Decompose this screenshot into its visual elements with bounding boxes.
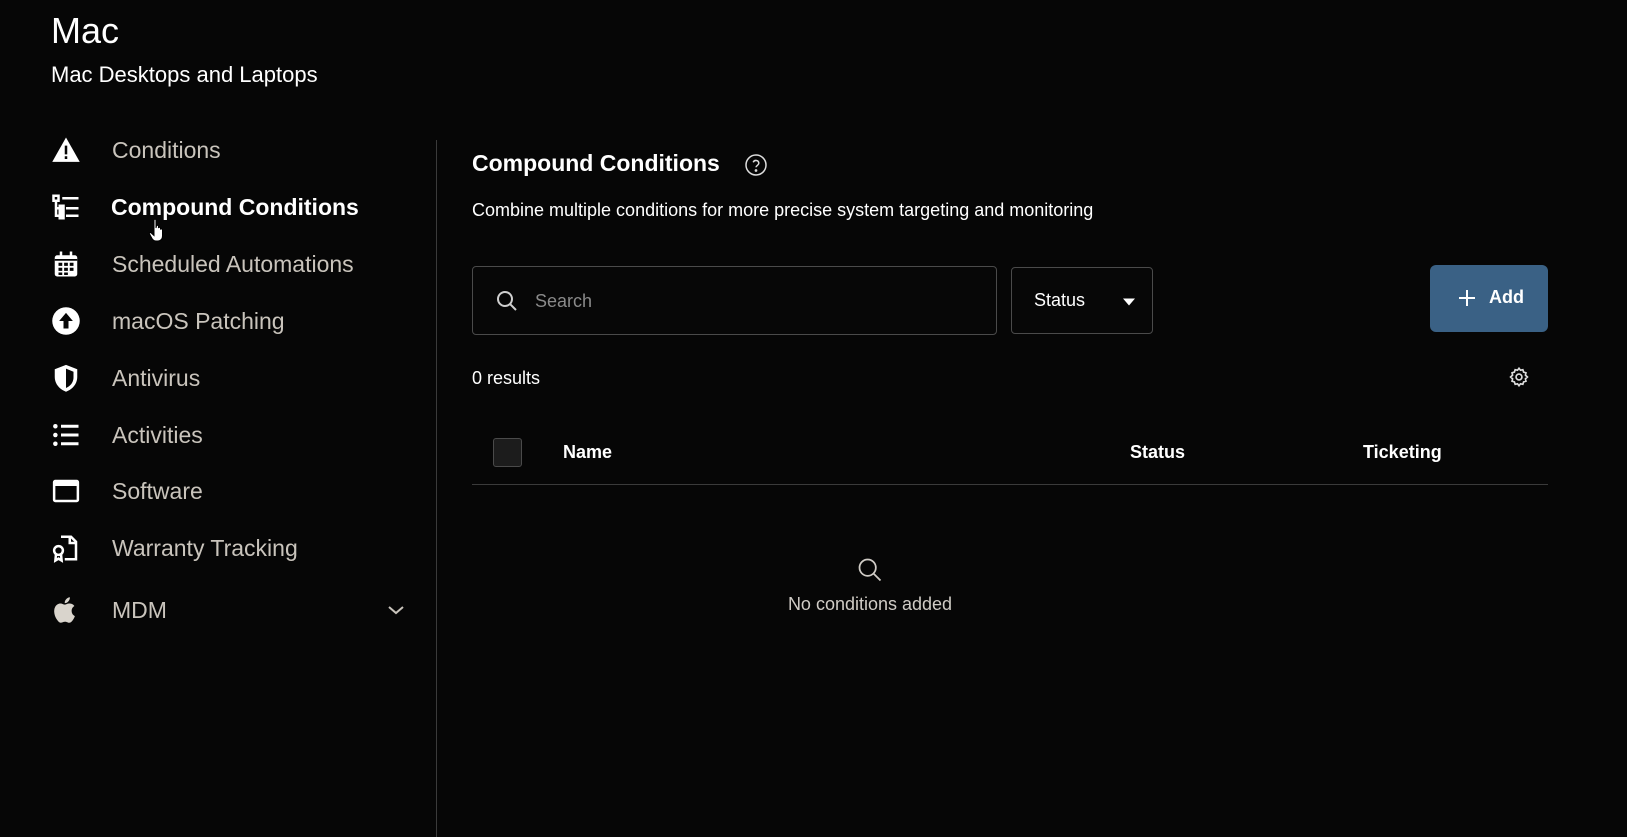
sidebar-item-antivirus[interactable]: Antivirus: [0, 354, 436, 402]
sidebar-item-software[interactable]: Software: [0, 467, 436, 515]
sidebar-item-mdm[interactable]: MDM: [0, 586, 436, 634]
hand-cursor-icon: [148, 218, 168, 244]
sidebar: Conditions Compound Conditions Scheduled…: [0, 126, 436, 837]
empty-state: No conditions added: [740, 556, 1000, 615]
window-icon: [50, 475, 82, 507]
sidebar-item-compound-conditions[interactable]: Compound Conditions: [0, 183, 436, 231]
column-header-ticketing[interactable]: Ticketing: [1363, 442, 1442, 463]
table-header: Name Status Ticketing: [472, 425, 1548, 485]
magnifier-icon: [858, 558, 882, 582]
search-box[interactable]: [472, 266, 997, 335]
section-description: Combine multiple conditions for more pre…: [472, 200, 1094, 220]
list-icon: [50, 419, 82, 451]
help-icon[interactable]: [744, 153, 768, 177]
search-input[interactable]: [535, 285, 975, 317]
sidebar-item-activities[interactable]: Activities: [0, 411, 436, 459]
column-header-name[interactable]: Name: [563, 442, 612, 463]
section-title: Compound Conditions: [472, 150, 720, 176]
sidebar-item-warranty-tracking[interactable]: Warranty Tracking: [0, 524, 436, 572]
add-button[interactable]: Add: [1430, 265, 1548, 332]
sidebar-item-label: Antivirus: [112, 364, 201, 391]
sidebar-item-label: Warranty Tracking: [112, 534, 298, 561]
warranty-document-icon: [50, 532, 82, 564]
search-icon: [495, 289, 519, 313]
sidebar-item-label: macOS Patching: [112, 307, 285, 334]
sidebar-item-label: Compound Conditions: [111, 193, 359, 220]
plus-icon: [1456, 287, 1478, 309]
sidebar-item-scheduled-automations[interactable]: Scheduled Automations: [0, 240, 436, 288]
calendar-icon: [50, 248, 82, 280]
select-all-checkbox[interactable]: [493, 438, 522, 467]
compound-list-icon: [50, 191, 82, 223]
sidebar-item-label: Activities: [112, 421, 203, 448]
page-subtitle: Mac Desktops and Laptops: [51, 62, 318, 87]
upload-circle-icon: [50, 305, 82, 337]
empty-state-text: No conditions added: [787, 594, 953, 614]
status-filter-dropdown[interactable]: Status: [1011, 267, 1153, 334]
chevron-down-icon[interactable]: [384, 598, 408, 622]
sidebar-item-macos-patching[interactable]: macOS Patching: [0, 297, 436, 345]
page-header: Mac Mac Desktops and Laptops: [51, 10, 318, 89]
status-filter-label: Status: [1034, 290, 1086, 310]
column-header-status[interactable]: Status: [1130, 442, 1185, 463]
caret-down-icon: [1122, 295, 1136, 309]
add-button-label: Add: [1489, 287, 1524, 307]
page: Mac Mac Desktops and Laptops Conditions …: [0, 0, 1627, 837]
sidebar-item-label: MDM: [112, 596, 167, 623]
warning-icon: [50, 134, 82, 166]
sidebar-item-label: Conditions: [112, 136, 221, 163]
shield-icon: [50, 362, 82, 394]
apple-icon: [50, 594, 82, 626]
sidebar-divider: [436, 140, 437, 837]
gear-icon[interactable]: [1508, 366, 1530, 388]
sidebar-item-label: Software: [112, 477, 203, 504]
sidebar-item-conditions[interactable]: Conditions: [0, 126, 436, 174]
results-count: 0 results: [472, 368, 541, 388]
sidebar-item-label: Scheduled Automations: [112, 250, 354, 277]
page-title: Mac: [51, 10, 120, 51]
